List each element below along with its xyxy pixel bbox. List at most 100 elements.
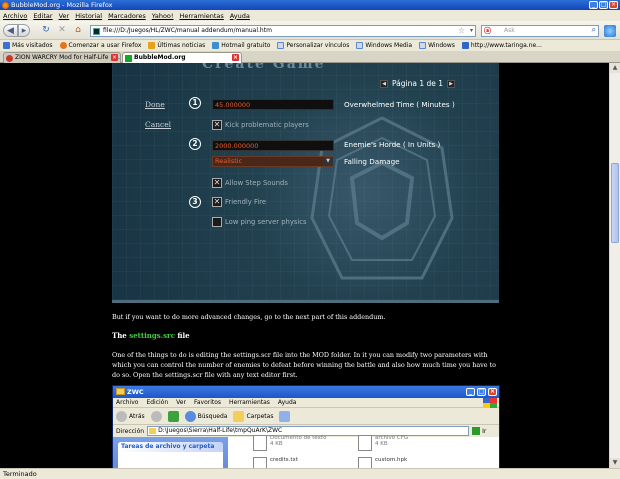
search-engine-icon[interactable]: ⓐ (484, 26, 491, 36)
menu-ver[interactable]: Ver (59, 12, 70, 20)
bookmark-icon (212, 42, 220, 49)
menu-herramientas[interactable]: Herramientas (180, 12, 224, 20)
tab-close-icon[interactable]: × (232, 54, 239, 61)
folders-icon (233, 410, 245, 422)
menu-marcadores[interactable]: Marcadores (108, 12, 146, 20)
menu-archivo[interactable]: Archivo (3, 12, 27, 20)
bookmark-item[interactable]: Windows (419, 42, 455, 49)
taringa-icon (461, 42, 469, 49)
explorer-file-item: credits.txt (253, 457, 298, 468)
navigation-toolbar: ◀ ▸ ↻ ✕ ⌂ file:///D:/Juegos/HL/ZWC/manua… (0, 21, 620, 40)
tab-bubblemod[interactable]: BubbleMod.org × (122, 52, 242, 63)
bookmark-item[interactable]: http://www.taringa.ne... (461, 42, 542, 49)
go-arrow-icon (472, 427, 481, 435)
bookmark-item[interactable]: Últimas noticias (148, 42, 205, 49)
tab-bar: ZION WARCRY Mod for Half-Life E... × Bub… (0, 51, 620, 63)
text-file-icon (253, 435, 267, 451)
step-sounds-checkbox[interactable]: ✕ (212, 178, 222, 188)
search-icon (184, 410, 196, 422)
home-icon[interactable]: ⌂ (72, 24, 84, 37)
explorer-file-item: archivo CFG 4 KB (358, 435, 408, 451)
done-button[interactable]: Done (145, 100, 165, 109)
page-icon (277, 42, 285, 49)
falling-damage-value: Realistic (215, 157, 243, 165)
scroll-up-icon[interactable]: ▲ (610, 63, 620, 73)
explorer-maximize-icon: □ (477, 388, 486, 396)
friendly-fire-checkbox[interactable]: ✕ (212, 197, 222, 207)
page-navigator: ◀ Página 1 de 1 ▶ (380, 79, 456, 88)
back-button[interactable]: ◀ (3, 24, 18, 37)
url-dropdown-icon[interactable]: ▾ (470, 26, 473, 36)
cfg-file-icon (358, 435, 372, 451)
close-button[interactable]: × (609, 1, 618, 9)
menu-yahoo[interactable]: Yahoo! (152, 12, 174, 20)
vertical-scrollbar[interactable]: ▲ ▼ (609, 63, 620, 468)
url-text: file:///D:/Juegos/HL/ZWC/manual addendum… (103, 27, 272, 34)
friendly-fire-label: Friendly Fire (225, 198, 267, 206)
explorer-menu: Archivo Edición Ver Favoritos Herramient… (113, 398, 499, 408)
bookmark-item[interactable]: Hotmail gratuito (212, 42, 270, 49)
scroll-down-icon[interactable]: ▼ (610, 458, 620, 468)
explorer-titlebar: ZWC _ □ × (113, 386, 499, 398)
back-arrow-icon (116, 410, 127, 422)
enemies-horde-label: Enemie's Horde ( In Units ) (344, 140, 441, 149)
tab-close-icon[interactable]: × (111, 54, 118, 61)
forward-arrow-icon (150, 410, 162, 422)
explorer-close-icon: × (488, 388, 497, 396)
dropdown-arrow-icon[interactable]: ▼ (323, 157, 333, 166)
bookmark-item[interactable]: Comenzar a usar Firefox (59, 42, 141, 49)
page-label: Página 1 de 1 (392, 79, 444, 88)
firefox-icon (2, 2, 9, 9)
addon-icon[interactable] (604, 25, 616, 37)
tab-zion-warcry[interactable]: ZION WARCRY Mod for Half-Life E... × (3, 52, 121, 63)
low-ping-checkbox[interactable] (212, 217, 222, 227)
rss-icon (148, 42, 156, 49)
kick-players-checkbox[interactable]: ✕ (212, 120, 222, 130)
page-icon (419, 42, 427, 49)
overwhelmed-time-input[interactable]: 45.000000 (212, 99, 334, 110)
bookmark-item[interactable]: Más visitados (3, 42, 53, 49)
menu-historial[interactable]: Historial (75, 12, 102, 20)
reload-icon[interactable]: ↻ (40, 24, 52, 37)
bookmarks-toolbar: Más visitados Comenzar a usar Firefox Úl… (0, 40, 620, 51)
tab-favicon-icon (125, 55, 132, 62)
tab-favicon-icon (6, 55, 13, 62)
falling-damage-select[interactable]: Realistic ▼ (212, 156, 334, 167)
next-page-button[interactable]: ▶ (447, 79, 456, 88)
search-input[interactable]: ⓐ Ask ⌕ (481, 25, 599, 37)
site-favicon-icon (93, 27, 100, 35)
menu-editar[interactable]: Editar (33, 12, 52, 20)
status-text: Terminado (3, 470, 37, 478)
explorer-back: Atrás (116, 410, 145, 422)
explorer-task-pane: Tareas de archivo y carpeta (113, 437, 228, 468)
explorer-search: Búsqueda (184, 410, 227, 422)
url-bar[interactable]: file:///D:/Juegos/HL/ZWC/manual addendum… (90, 25, 476, 37)
cancel-button[interactable]: Cancel (145, 120, 171, 129)
bookmark-item[interactable]: Windows Media (356, 42, 412, 49)
maximize-button[interactable]: □ (599, 1, 608, 9)
forward-button[interactable]: ▸ (18, 24, 30, 37)
explorer-file-item: custom.hpk (358, 457, 407, 468)
bookmark-item[interactable]: Personalizar vínculos (277, 42, 349, 49)
enemies-horde-input[interactable]: 2000.000000 (212, 140, 334, 151)
text-file-icon (253, 457, 267, 468)
window-titlebar: BubbleMod.org - Mozilla Firefox _ □ × (0, 0, 620, 10)
explorer-views (279, 410, 291, 422)
step-2-marker: 2 (189, 138, 201, 150)
window-title: BubbleMod.org - Mozilla Firefox (11, 1, 113, 9)
search-icon[interactable]: ⌕ (592, 25, 596, 35)
settings-file-name: settings.src (129, 331, 175, 340)
kick-players-label: Kick problematic players (225, 121, 309, 129)
folder-icon (116, 388, 125, 395)
explorer-minimize-icon: _ (466, 388, 475, 396)
scrollbar-thumb[interactable] (611, 163, 619, 243)
paragraph-advanced: But if you want to do more advanced chan… (112, 313, 386, 321)
bookmark-star-icon[interactable]: ☆ (458, 26, 465, 36)
menu-bar: Archivo Editar Ver Historial Marcadores … (0, 10, 620, 21)
menu-ayuda[interactable]: Ayuda (230, 12, 250, 20)
explorer-screenshot: ZWC _ □ × Archivo Edición Ver Favoritos … (112, 385, 500, 468)
minimize-button[interactable]: _ (589, 1, 598, 9)
prev-page-button[interactable]: ◀ (380, 79, 388, 88)
emblem-graphic (310, 116, 454, 280)
stop-icon[interactable]: ✕ (56, 24, 68, 37)
